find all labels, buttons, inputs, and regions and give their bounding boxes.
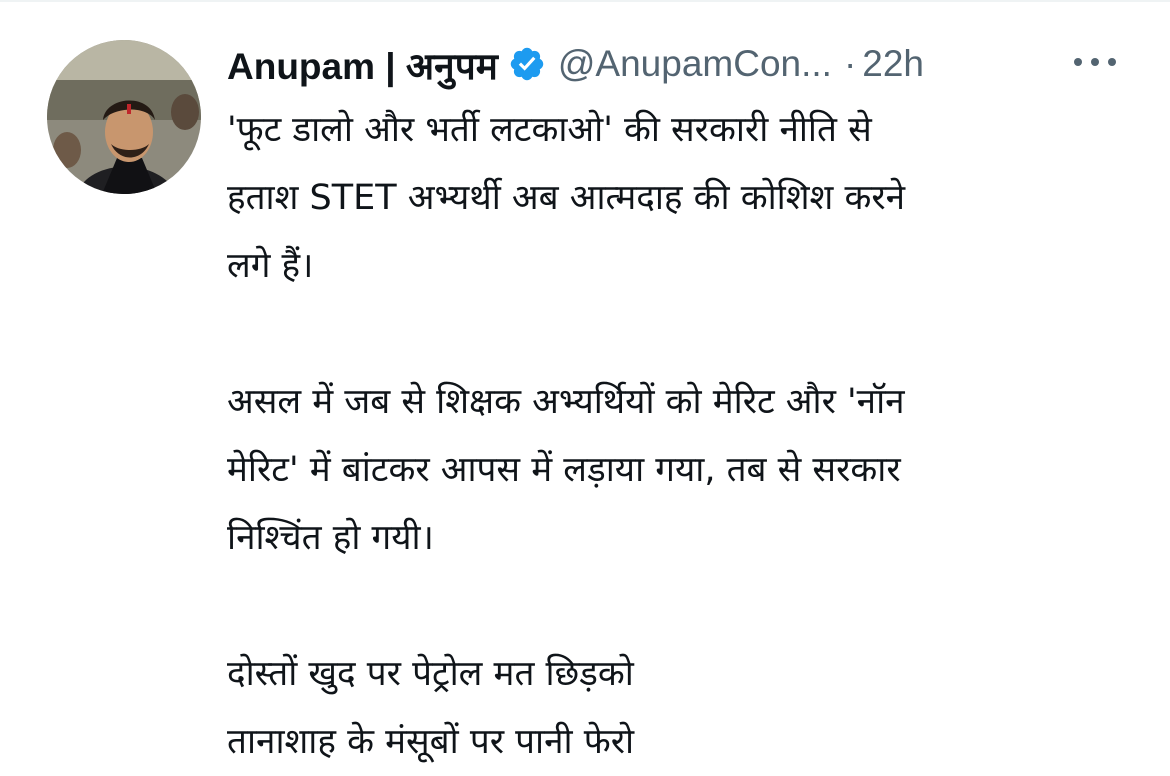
tweet-paragraph: 'फूट डालो और भर्ती लटकाओ' की सरकारी नीति… xyxy=(227,96,1127,300)
tweet-line: दोस्तों खुद पर पेट्रोल मत छिड़को xyxy=(227,654,634,694)
more-options-icon[interactable] xyxy=(1070,46,1120,78)
tweet-line: 'फूट डालो और भर्ती लटकाओ' की सरकारी नीति… xyxy=(227,110,872,150)
tweet-line: मेरिट' में बांटकर आपस में लड़ाया गया, तब… xyxy=(227,450,901,490)
avatar[interactable] xyxy=(47,40,201,194)
tweet-line: निश्चिंत हो गयी। xyxy=(227,518,434,558)
tweet-line: हताश STET अभ्यर्थी अब आत्मदाह की कोशिश क… xyxy=(227,178,906,218)
tweet-text: 'फूट डालो और भर्ती लटकाओ' की सरकारी नीति… xyxy=(227,96,1127,776)
separator-dot: · xyxy=(843,43,857,84)
user-handle[interactable]: @AnupamCon... xyxy=(558,43,832,85)
avatar-photo xyxy=(47,40,201,194)
tweet-paragraph: दोस्तों खुद पर पेट्रोल मत छिड़को तानाशाह… xyxy=(227,640,1127,776)
display-name[interactable]: Anupam | अनुपम xyxy=(227,39,498,90)
top-divider xyxy=(0,0,1170,2)
tweet-header: Anupam | अनुपम @AnupamCon... · 22h xyxy=(227,38,1147,90)
timestamp[interactable]: 22h xyxy=(862,43,924,85)
tweet-line: असल में जब से शिक्षक अभ्यर्थियों को मेरि… xyxy=(227,382,905,422)
verified-badge-icon[interactable] xyxy=(508,45,546,83)
tweet-line: तानाशाह के मंसूबों पर पानी फेरो xyxy=(227,722,635,762)
tweet-paragraph: असल में जब से शिक्षक अभ्यर्थियों को मेरि… xyxy=(227,368,1127,572)
tweet-line: लगे हैं। xyxy=(227,246,314,286)
